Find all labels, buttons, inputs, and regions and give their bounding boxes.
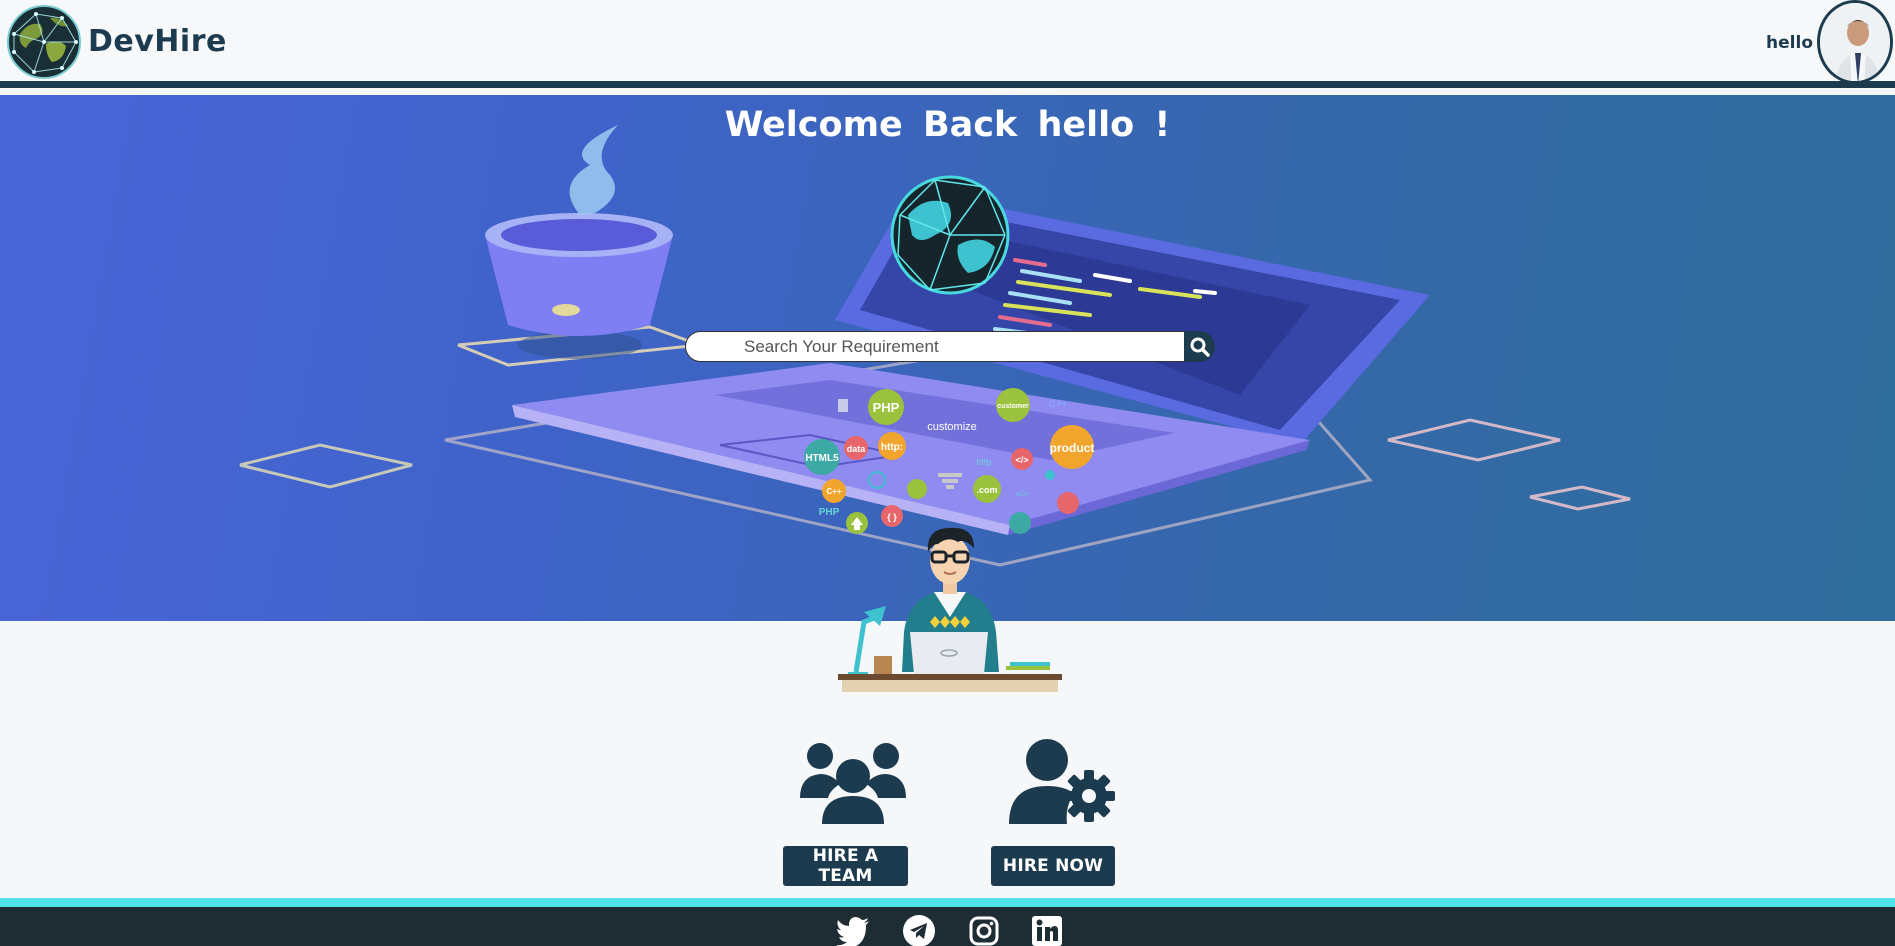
svg-text:</>: </> (1015, 455, 1028, 465)
svg-text:http:: http: (976, 457, 994, 467)
svg-text:C++: C++ (1049, 399, 1068, 410)
svg-text:C++: C++ (826, 487, 841, 496)
search-button[interactable] (1184, 331, 1215, 362)
svg-text:product: product (1050, 441, 1095, 455)
svg-text:HTML5: HTML5 (805, 453, 839, 464)
hire-team-button[interactable]: HIRE A TEAM (783, 846, 908, 886)
svg-text:customer: customer (997, 403, 1029, 410)
user-name: hello (1766, 33, 1813, 53)
team-icon (800, 743, 906, 824)
svg-text:data: data (847, 444, 867, 454)
twitter-icon[interactable] (836, 917, 870, 946)
developer-illustration (838, 527, 1062, 692)
svg-text:http:: http: (881, 442, 903, 453)
svg-text:PHP: PHP (819, 507, 840, 518)
search-bar (685, 331, 1215, 362)
svg-text:.com: .com (976, 485, 997, 495)
svg-text:</>: </> (1015, 489, 1028, 499)
search-input[interactable] (685, 331, 1184, 362)
header: DevHire hello (0, 0, 1895, 88)
avatar[interactable] (1817, 0, 1893, 84)
svg-text:PHP: PHP (873, 400, 900, 415)
brand-name[interactable]: DevHire (88, 24, 227, 59)
hire-now-button[interactable]: HIRE NOW (991, 846, 1115, 886)
svg-text:{ }: { } (887, 512, 897, 522)
welcome-heading: Welcome Back hello ! (724, 105, 1171, 145)
footer (0, 898, 1895, 946)
instagram-icon[interactable] (969, 916, 999, 946)
linkedin-icon[interactable] (1032, 916, 1062, 946)
user-gear-icon (1009, 739, 1115, 824)
svg-text:customize: customize (927, 421, 977, 433)
search-icon (1190, 337, 1210, 357)
telegram-icon[interactable] (903, 915, 935, 946)
globe-logo-icon[interactable] (6, 4, 82, 80)
